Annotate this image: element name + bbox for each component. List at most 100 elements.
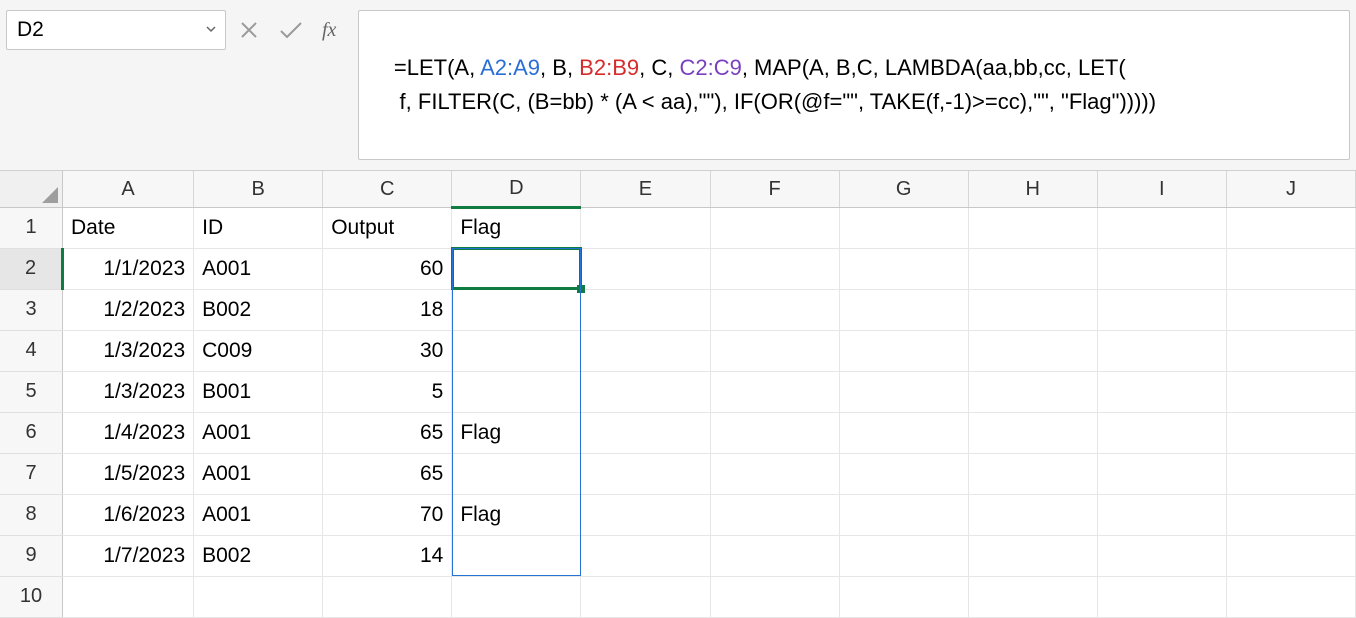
cell-J8[interactable] [1226,494,1355,535]
cell-G3[interactable] [839,289,968,330]
cell-B3[interactable]: B002 [194,289,323,330]
cell-G9[interactable] [839,535,968,576]
cell-A1[interactable]: Date [63,207,194,248]
col-header-C[interactable]: C [323,171,452,207]
cell-F6[interactable] [710,412,839,453]
cell-E7[interactable] [581,453,710,494]
cell-H7[interactable] [968,453,1097,494]
cell-E4[interactable] [581,330,710,371]
cell-A3[interactable]: 1/2/2023 [63,289,194,330]
col-header-I[interactable]: I [1097,171,1226,207]
cell-C9[interactable]: 14 [323,535,452,576]
cell-C3[interactable]: 18 [323,289,452,330]
cell-E9[interactable] [581,535,710,576]
cell-G10[interactable] [839,576,968,617]
cell-F5[interactable] [710,371,839,412]
cell-C10[interactable] [323,576,452,617]
cell-H3[interactable] [968,289,1097,330]
cell-D4[interactable] [452,330,581,371]
cell-B7[interactable]: A001 [194,453,323,494]
cell-C1[interactable]: Output [323,207,452,248]
cell-J7[interactable] [1226,453,1355,494]
cell-A2[interactable]: 1/1/2023 [63,248,194,289]
enter-icon[interactable] [278,19,304,41]
col-header-E[interactable]: E [581,171,710,207]
cell-F1[interactable] [710,207,839,248]
cell-D9[interactable] [452,535,581,576]
col-header-A[interactable]: A [63,171,194,207]
cell-E5[interactable] [581,371,710,412]
cell-B1[interactable]: ID [194,207,323,248]
cell-B6[interactable]: A001 [194,412,323,453]
cell-F10[interactable] [710,576,839,617]
cell-B4[interactable]: C009 [194,330,323,371]
formula-bar[interactable]: =LET(A, A2:A9, B, B2:B9, C, C2:C9, MAP(A… [358,10,1350,160]
cell-B8[interactable]: A001 [194,494,323,535]
row-header-10[interactable]: 10 [0,576,63,617]
cell-H2[interactable] [968,248,1097,289]
cell-A10[interactable] [63,576,194,617]
cell-I10[interactable] [1097,576,1226,617]
row-header-5[interactable]: 5 [0,371,63,412]
cell-E6[interactable] [581,412,710,453]
cell-D6[interactable]: Flag [452,412,581,453]
col-header-J[interactable]: J [1226,171,1355,207]
col-header-H[interactable]: H [968,171,1097,207]
cell-B9[interactable]: B002 [194,535,323,576]
row-header-2[interactable]: 2 [0,248,63,289]
cell-D10[interactable] [452,576,581,617]
cell-I7[interactable] [1097,453,1226,494]
cell-J6[interactable] [1226,412,1355,453]
col-header-F[interactable]: F [710,171,839,207]
cell-J4[interactable] [1226,330,1355,371]
cell-I1[interactable] [1097,207,1226,248]
cell-H9[interactable] [968,535,1097,576]
cell-H8[interactable] [968,494,1097,535]
cell-A4[interactable]: 1/3/2023 [63,330,194,371]
cell-D3[interactable] [452,289,581,330]
cell-E8[interactable] [581,494,710,535]
cell-A7[interactable]: 1/5/2023 [63,453,194,494]
cell-I2[interactable] [1097,248,1226,289]
cell-C8[interactable]: 70 [323,494,452,535]
cell-J5[interactable] [1226,371,1355,412]
col-header-G[interactable]: G [839,171,968,207]
fx-icon[interactable]: fx [322,19,336,42]
spreadsheet-grid[interactable]: A B C D E F G H I J 1 Date ID Output Fla… [0,171,1356,618]
cell-I8[interactable] [1097,494,1226,535]
cell-A9[interactable]: 1/7/2023 [63,535,194,576]
cell-F7[interactable] [710,453,839,494]
cell-F3[interactable] [710,289,839,330]
cell-F8[interactable] [710,494,839,535]
cell-F4[interactable] [710,330,839,371]
cell-I4[interactable] [1097,330,1226,371]
cell-E1[interactable] [581,207,710,248]
cell-A5[interactable]: 1/3/2023 [63,371,194,412]
cell-D1[interactable]: Flag [452,207,581,248]
row-header-7[interactable]: 7 [0,453,63,494]
cell-G4[interactable] [839,330,968,371]
row-header-4[interactable]: 4 [0,330,63,371]
name-box[interactable]: D2 [6,10,226,50]
row-header-1[interactable]: 1 [0,207,63,248]
cell-E10[interactable] [581,576,710,617]
cell-B10[interactable] [194,576,323,617]
cell-G6[interactable] [839,412,968,453]
select-all-corner[interactable] [0,171,63,207]
cell-H6[interactable] [968,412,1097,453]
cell-G5[interactable] [839,371,968,412]
cell-A6[interactable]: 1/4/2023 [63,412,194,453]
cell-I9[interactable] [1097,535,1226,576]
cell-H5[interactable] [968,371,1097,412]
cell-D2[interactable] [452,248,581,289]
cell-D8[interactable]: Flag [452,494,581,535]
cell-D5[interactable] [452,371,581,412]
cell-C6[interactable]: 65 [323,412,452,453]
row-header-3[interactable]: 3 [0,289,63,330]
cell-A8[interactable]: 1/6/2023 [63,494,194,535]
cell-J2[interactable] [1226,248,1355,289]
cell-C4[interactable]: 30 [323,330,452,371]
cell-H4[interactable] [968,330,1097,371]
cell-G2[interactable] [839,248,968,289]
cell-G8[interactable] [839,494,968,535]
